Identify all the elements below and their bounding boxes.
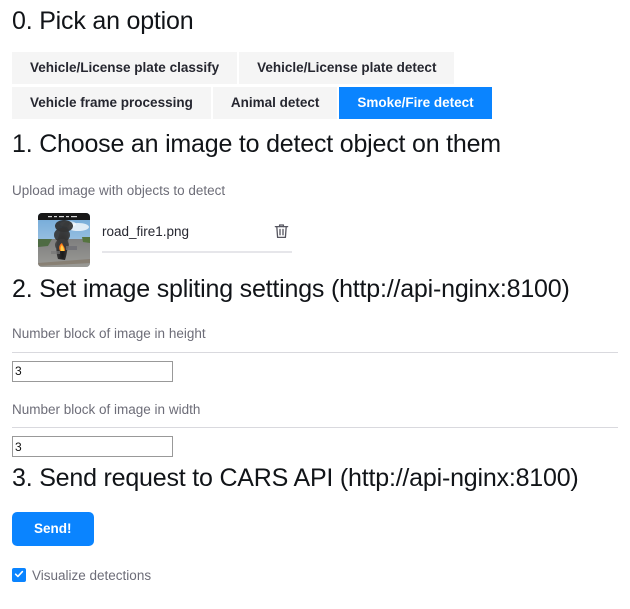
field-block-height: Number block of image in height <box>12 325 618 382</box>
field-label-block-width: Number block of image in width <box>12 401 201 417</box>
tab-vehicle-license-plate-classify[interactable]: Vehicle/License plate classify <box>12 52 238 85</box>
send-button[interactable]: Send! <box>12 511 94 546</box>
field-divider <box>12 351 618 353</box>
trash-icon <box>273 224 290 243</box>
page-title-split-settings: 2. Set image spliting settings (http://a… <box>12 275 570 304</box>
field-block-width: Number block of image in width <box>12 401 618 458</box>
file-meta: road_fire1.png <box>102 213 292 254</box>
visualize-detections-checkbox[interactable] <box>12 566 26 584</box>
image-thumbnail <box>38 213 90 268</box>
visualize-detections-label: Visualize detections <box>32 567 152 583</box>
page-title-send-request: 3. Send request to CARS API (http://api-… <box>12 464 579 493</box>
uploaded-file-row: road_fire1.png <box>12 213 618 268</box>
upload-caption: Upload image with objects to detect <box>12 182 226 198</box>
tab-animal-detect[interactable]: Animal detect <box>212 87 338 120</box>
tab-vehicle-frame-processing[interactable]: Vehicle frame processing <box>12 87 211 120</box>
check-icon <box>14 566 24 584</box>
app-page: 0. Pick an option Vehicle/License plate … <box>0 0 630 583</box>
input-block-width[interactable] <box>12 436 173 458</box>
option-tab-group: Vehicle/License plate classify Vehicle/L… <box>12 52 537 122</box>
field-label-block-height: Number block of image in height <box>12 325 206 341</box>
tab-vehicle-license-plate-detect[interactable]: Vehicle/License plate detect <box>239 52 455 85</box>
delete-file-button[interactable] <box>271 222 292 240</box>
visualize-detections-row: Visualize detections <box>12 568 618 583</box>
page-title-pick-option: 0. Pick an option <box>12 7 194 35</box>
field-divider <box>12 427 618 429</box>
file-name: road_fire1.png <box>102 223 190 239</box>
page-title-choose-image: 1. Choose an image to detect object on t… <box>12 130 501 159</box>
tab-smoke-fire-detect[interactable]: Smoke/Fire detect <box>339 87 492 120</box>
input-block-height[interactable] <box>12 360 173 382</box>
